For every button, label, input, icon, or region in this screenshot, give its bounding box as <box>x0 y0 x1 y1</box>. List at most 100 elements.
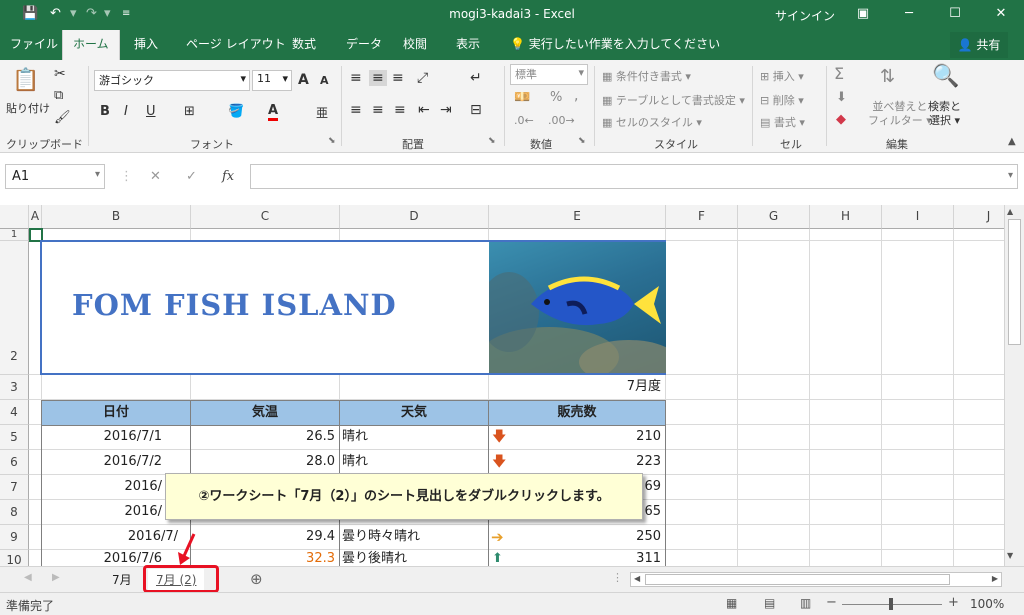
currency-icon[interactable]: 💴 <box>514 90 530 105</box>
cell-sales[interactable]: 250 <box>510 525 661 549</box>
shrink-font-button[interactable]: A <box>320 74 329 87</box>
tab-insert[interactable]: 挿入 <box>124 30 168 60</box>
next-sheet-icon[interactable]: ▶ <box>52 572 60 583</box>
zoom-out-icon[interactable]: − <box>826 595 837 610</box>
border-icon[interactable]: ⊞ <box>184 104 195 119</box>
cell-sales[interactable]: 223 <box>510 450 661 474</box>
indent-decrease-icon[interactable]: ⇤ <box>418 102 430 118</box>
row-header[interactable]: 10 <box>0 550 29 566</box>
cell-date[interactable]: 2016/7/2 <box>44 450 162 474</box>
collapse-ribbon-icon[interactable]: ▲ <box>1008 136 1016 147</box>
insert-function-button[interactable]: fx <box>222 169 234 184</box>
column-header[interactable]: D <box>340 205 489 229</box>
row-header[interactable]: 7 <box>0 475 29 500</box>
enter-icon[interactable]: ✓ <box>186 169 197 184</box>
column-header[interactable]: I <box>882 205 954 229</box>
font-size-select[interactable]: 11 ▾ <box>252 70 292 91</box>
number-dialog-launcher-icon[interactable]: ⬊ <box>578 136 586 146</box>
cut-icon[interactable]: ✂ <box>54 66 66 82</box>
cancel-icon[interactable]: ✕ <box>150 169 161 184</box>
fish-photo[interactable] <box>479 242 679 387</box>
prev-sheet-icon[interactable]: ◀ <box>24 572 32 583</box>
minimize-icon[interactable]: ─ <box>886 2 932 28</box>
fill-color-icon[interactable]: 🪣 <box>228 104 244 119</box>
row-header[interactable]: 9 <box>0 525 29 550</box>
cell-sales[interactable]: 311 <box>510 550 661 566</box>
tab-splitter-icon[interactable]: ⋮ <box>612 571 623 584</box>
cell-date[interactable]: 2016/7/6 <box>44 550 162 566</box>
cell-weather[interactable]: 晴れ <box>342 450 482 474</box>
row-header[interactable]: 1 <box>0 229 29 241</box>
increase-decimal-icon[interactable]: .0← <box>514 114 534 127</box>
row-header[interactable]: 5 <box>0 425 29 450</box>
sort-filter-icon[interactable]: ⇅ <box>880 66 895 87</box>
column-header[interactable]: E <box>489 205 666 229</box>
align-top-icon[interactable]: ≡ <box>350 70 362 86</box>
vertical-scrollbar[interactable]: ▲ ▼ <box>1004 205 1024 566</box>
cell-temp[interactable]: 32.3 <box>193 550 335 566</box>
format-painter-icon[interactable]: 🖌 <box>54 110 71 125</box>
cell-temp[interactable]: 29.4 <box>193 525 335 549</box>
row-header[interactable]: 2 <box>0 241 29 375</box>
horizontal-scrollbar[interactable]: ◀ ▶ <box>630 572 1002 587</box>
cell-date[interactable]: 2016/7/1 <box>44 425 162 449</box>
decrease-decimal-icon[interactable]: .00→ <box>548 114 575 127</box>
alignment-dialog-launcher-icon[interactable]: ⬊ <box>488 136 496 146</box>
indent-increase-icon[interactable]: ⇥ <box>440 102 452 118</box>
column-header[interactable]: G <box>738 205 810 229</box>
maximize-icon[interactable]: ☐ <box>932 2 978 28</box>
autosum-button[interactable]: Σ <box>834 64 844 83</box>
select-all-corner[interactable] <box>0 205 29 229</box>
cell-temp[interactable]: 28.0 <box>193 450 335 474</box>
sign-in-link[interactable]: サインイン <box>775 7 835 24</box>
comma-button[interactable]: , <box>574 88 578 104</box>
find-icon[interactable]: 🔍 <box>932 64 959 89</box>
row-header[interactable]: 8 <box>0 500 29 525</box>
tell-me-box[interactable]: 💡 実行したい作業を入力してください <box>500 30 730 60</box>
row-header[interactable]: 4 <box>0 400 29 425</box>
font-name-select[interactable]: 游ゴシック ▾ <box>94 70 250 91</box>
zoom-in-icon[interactable]: + <box>948 595 959 610</box>
grow-font-button[interactable]: A <box>298 72 309 88</box>
delete-cells-button[interactable]: ⊟ 削除 ▾ <box>760 92 804 108</box>
row-header[interactable]: 3 <box>0 375 29 400</box>
percent-button[interactable]: % <box>550 90 562 105</box>
copy-icon[interactable]: ⧉ <box>54 88 63 103</box>
cell-styles-button[interactable]: ▦ セルのスタイル ▾ <box>602 114 702 130</box>
ribbon-display-options-icon[interactable]: ▣ <box>840 2 886 28</box>
add-sheet-icon[interactable]: ⊕ <box>250 570 263 588</box>
cell-weather[interactable]: 曇り時々晴れ <box>342 525 482 549</box>
share-button[interactable]: 👤 共有 <box>950 32 1008 58</box>
sort-filter-button[interactable]: 並べ替えと フィルター ▾ <box>868 100 932 128</box>
name-box[interactable]: A1 ▾ <box>5 164 105 189</box>
column-header[interactable]: B <box>42 205 191 229</box>
underline-button[interactable]: U <box>146 104 156 119</box>
tab-view[interactable]: 表示 <box>446 30 490 60</box>
cell-date[interactable]: 2016/7/ <box>44 525 178 549</box>
formula-input[interactable]: ▾ <box>250 164 1018 189</box>
page-layout-view-icon[interactable]: ▤ <box>764 596 775 610</box>
tab-home[interactable]: ホーム <box>62 30 120 60</box>
align-left-icon[interactable]: ≡ <box>350 102 362 118</box>
orientation-icon[interactable]: ⤢ <box>417 70 428 86</box>
column-header[interactable]: H <box>810 205 882 229</box>
cell-date[interactable]: 2016/ <box>44 475 162 499</box>
sheet-tab-july[interactable]: 7月 <box>104 569 140 591</box>
align-right-icon[interactable]: ≡ <box>394 102 406 118</box>
merge-center-icon[interactable]: ⊟ <box>470 102 482 118</box>
column-header[interactable]: C <box>191 205 340 229</box>
hscroll-thumb[interactable] <box>645 574 950 585</box>
bold-button[interactable]: B <box>100 104 110 119</box>
wrap-text-icon[interactable]: ↵ <box>470 70 482 86</box>
find-select-button[interactable]: 検索と 選択 ▾ <box>928 100 961 128</box>
scroll-up-icon[interactable]: ▲ <box>1007 207 1013 216</box>
align-bottom-icon[interactable]: ≡ <box>392 70 404 86</box>
close-icon[interactable]: ✕ <box>978 2 1024 28</box>
clear-icon[interactable]: ◆ <box>836 112 846 127</box>
align-middle-icon[interactable]: ≡ <box>369 70 387 86</box>
cell-date[interactable]: 2016/ <box>44 500 162 524</box>
font-color-icon[interactable]: A <box>268 103 279 121</box>
zoom-slider-thumb[interactable] <box>889 598 893 610</box>
align-center-icon[interactable]: ≡ <box>372 102 384 118</box>
cell-weather[interactable]: 晴れ <box>342 425 482 449</box>
